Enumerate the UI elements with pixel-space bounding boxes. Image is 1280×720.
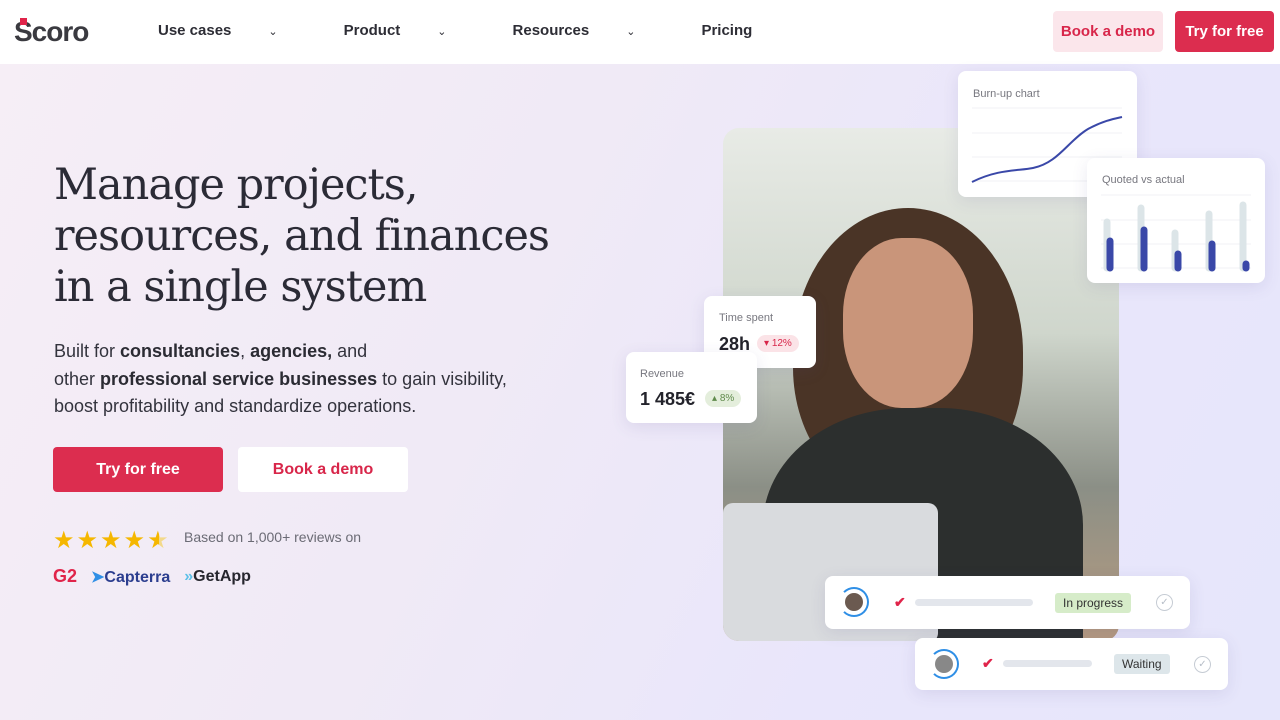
up-triangle-icon: ▴ — [712, 393, 718, 404]
down-triangle-icon: ▾ — [764, 338, 770, 349]
half-star-icon: ★ — [147, 527, 169, 554]
capterra-logo[interactable]: ➤Capterra — [91, 567, 170, 587]
status-badge: In progress — [1055, 593, 1132, 613]
quoted-vs-actual-chart — [1101, 194, 1251, 272]
hero-photo — [723, 128, 1119, 641]
star-icon: ★ — [100, 527, 122, 554]
revenue-delta-badge: ▴ 8% — [705, 390, 742, 407]
getapp-logo[interactable]: »GetApp — [184, 568, 251, 586]
header: Scoro Use cases ⌄ Product ⌄ Resources ⌄ Pri… — [0, 0, 1280, 64]
main-nav: Use cases ⌄ Product ⌄ Resources ⌄ Pricing — [158, 22, 785, 39]
check-icon: ✔ — [894, 594, 906, 610]
task-row: ✔ Waiting ✓ — [915, 638, 1228, 690]
nav-pricing[interactable]: Pricing — [701, 22, 752, 39]
status-badge: Waiting — [1114, 654, 1170, 674]
logo-mark-icon — [20, 18, 27, 25]
scoro-logo[interactable]: Scoro — [14, 16, 89, 48]
hero-book-demo-button[interactable]: Book a demo — [238, 447, 408, 492]
chevron-down-icon: ⌄ — [437, 26, 447, 38]
star-icon: ★ — [123, 527, 146, 554]
g2-logo[interactable]: G2 — [53, 566, 77, 587]
task-placeholder-bar — [915, 599, 1033, 606]
star-icon: ★ — [53, 527, 75, 554]
chevron-down-icon: ⌄ — [626, 26, 636, 38]
task-row: ✔ In progress ✓ — [825, 576, 1190, 629]
task-placeholder-bar — [1003, 660, 1092, 667]
quoted-vs-actual-card: Quoted vs actual — [1087, 158, 1265, 283]
star-icon: ★ — [76, 527, 99, 554]
avatar — [839, 587, 869, 617]
header-try-free-button[interactable]: Try for free — [1175, 11, 1274, 52]
hero-try-free-button[interactable]: Try for free — [53, 447, 223, 492]
capterra-arrow-icon: ➤ — [91, 568, 105, 586]
reviews-text: Based on 1,000+ reviews on — [184, 529, 362, 545]
page-title: Manage projects, resources, and finances… — [54, 160, 550, 312]
check-icon: ✔ — [982, 655, 994, 671]
review-brands: G2 ➤Capterra »GetApp — [53, 566, 251, 587]
hero-subtitle: Built for consultancies, agencies, and o… — [54, 341, 507, 416]
revenue-card: Revenue 1 485€ ▴ 8% — [626, 352, 757, 423]
header-book-demo-button[interactable]: Book a demo — [1053, 11, 1163, 52]
rating-stars: ★ ★ ★ ★ ★ — [53, 526, 169, 555]
chevron-down-icon: ⌄ — [268, 26, 278, 38]
complete-circle-icon[interactable]: ✓ — [1156, 594, 1173, 611]
avatar — [929, 649, 959, 679]
person-face — [843, 238, 973, 408]
nav-resources[interactable]: Resources ⌄ — [513, 22, 669, 39]
nav-product[interactable]: Product ⌄ — [344, 22, 480, 39]
getapp-chevrons-icon: » — [184, 567, 194, 585]
nav-use-cases[interactable]: Use cases ⌄ — [158, 22, 311, 39]
complete-circle-icon[interactable]: ✓ — [1194, 656, 1211, 673]
time-delta-badge: ▾ 12% — [757, 335, 799, 352]
